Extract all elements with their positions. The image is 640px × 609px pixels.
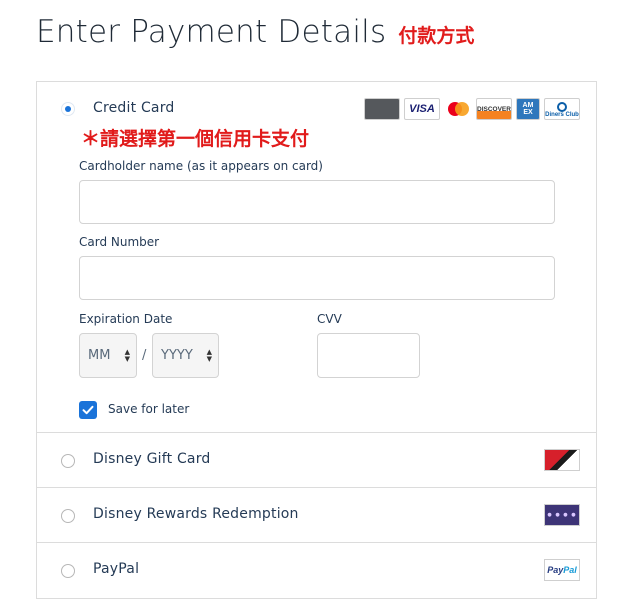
card-brand-logos: VISA DISCOVER AM EX Diners Club — [364, 98, 580, 120]
page-title: Enter Payment Details — [36, 14, 387, 50]
paypal-logo-icon: Pay Pal — [544, 559, 580, 581]
select-arrows-icon: ▲ ▼ — [206, 348, 212, 363]
title-annotation: 付款方式 — [398, 25, 475, 47]
gift-card-label[interactable]: Disney Gift Card — [93, 451, 211, 467]
date-separator: / — [142, 348, 147, 363]
expiration-year-value: YYYY — [161, 348, 193, 363]
gift-card-section[interactable]: Disney Gift Card — [37, 433, 596, 488]
credit-card-section: Credit Card VISA DISCOVER AM EX Diners Cl… — [37, 82, 596, 433]
page-header: Enter Payment Details 付款方式 — [36, 14, 474, 56]
credit-card-radio[interactable] — [61, 102, 75, 116]
expiration-month-select[interactable]: MM ▲ ▼ — [79, 333, 137, 378]
mastercard-logo-icon — [444, 98, 472, 120]
save-for-later-label: Save for later — [108, 402, 190, 416]
discover-logo-icon: DISCOVER — [476, 98, 512, 120]
cardholder-name-input[interactable] — [79, 180, 555, 224]
card-number-input[interactable] — [79, 256, 555, 300]
rewards-radio[interactable] — [61, 509, 75, 523]
credit-card-label[interactable]: Credit Card — [93, 100, 175, 116]
credit-card-annotation: ＊請選擇第一個信用卡支付 — [81, 128, 310, 150]
visa-logo-icon: VISA — [404, 98, 440, 120]
disney-gift-card-icon — [544, 449, 580, 471]
disney-visa-card-icon — [364, 98, 400, 120]
amex-logo-icon: AM EX — [516, 98, 540, 120]
paypal-section[interactable]: PayPal Pay Pal — [37, 543, 596, 598]
save-for-later-checkbox[interactable] — [79, 401, 97, 419]
expiration-year-select[interactable]: YYYY ▲ ▼ — [152, 333, 219, 378]
select-arrows-icon: ▲ ▼ — [124, 348, 130, 363]
paypal-label[interactable]: PayPal — [93, 561, 139, 577]
paypal-radio[interactable] — [61, 564, 75, 578]
cvv-input[interactable] — [317, 333, 420, 378]
expiration-date-label: Expiration Date — [79, 312, 173, 326]
card-number-label: Card Number — [79, 235, 160, 249]
rewards-label[interactable]: Disney Rewards Redemption — [93, 506, 299, 522]
diners-club-logo-icon: Diners Club — [544, 98, 580, 120]
checkmark-icon — [82, 405, 94, 415]
gift-card-radio[interactable] — [61, 454, 75, 468]
expiration-month-value: MM — [88, 348, 111, 363]
payment-methods-panel: Credit Card VISA DISCOVER AM EX Diners Cl… — [36, 81, 597, 599]
rewards-section[interactable]: Disney Rewards Redemption ● ● ● ● — [37, 488, 596, 543]
cardholder-name-label: Cardholder name (as it appears on card) — [79, 159, 323, 173]
disney-rewards-card-icon: ● ● ● ● — [544, 504, 580, 526]
cvv-label: CVV — [317, 312, 342, 326]
